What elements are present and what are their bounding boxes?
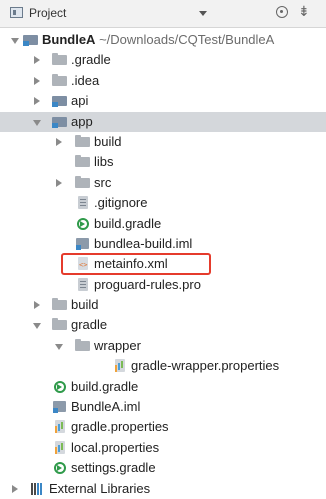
tree-item-app-build[interactable]: build	[0, 132, 326, 152]
tree-item-wrapper-props[interactable]: gradle-wrapper.properties	[0, 356, 326, 376]
expand-arrow-icon[interactable]	[53, 132, 65, 152]
tree-item-settings-gradle[interactable]: settings.gradle	[0, 458, 326, 478]
iml-file-icon	[52, 400, 68, 414]
item-label: wrapper	[94, 337, 141, 353]
tree-item-app-libs[interactable]: libs	[0, 152, 326, 172]
tree-item-root-iml[interactable]: BundleA.iml	[0, 397, 326, 417]
gradle-icon	[75, 217, 91, 231]
item-label: .gradle	[71, 52, 111, 68]
tree-item-gradle-dir[interactable]: .gradle	[0, 50, 326, 70]
expand-arrow-icon[interactable]	[31, 315, 43, 335]
item-label: gradle.properties	[71, 419, 169, 435]
tree-item-wrapper[interactable]: wrapper	[0, 336, 326, 356]
tree-item-gitignore[interactable]: .gitignore	[0, 193, 326, 213]
item-label: gradle-wrapper.properties	[131, 358, 280, 374]
tree-item-app-build-gradle[interactable]: build.gradle	[0, 214, 326, 234]
item-label: .idea	[71, 72, 100, 88]
item-label: local.properties	[71, 439, 160, 455]
tree-item-local-properties[interactable]: local.properties	[0, 438, 326, 458]
item-label: app	[71, 113, 93, 129]
expand-arrow-icon[interactable]	[31, 91, 43, 111]
item-label: settings.gradle	[71, 460, 156, 476]
expand-arrow-icon[interactable]	[9, 30, 21, 50]
folder-icon	[75, 155, 91, 169]
module-icon	[52, 94, 68, 108]
tree-item-app-src[interactable]: src	[0, 173, 326, 193]
folder-icon	[75, 134, 91, 149]
item-label: proguard-rules.pro	[94, 276, 201, 292]
item-label: .gitignore	[94, 195, 148, 211]
tree-item-external-libraries[interactable]: External Libraries	[0, 479, 326, 499]
expand-arrow-icon[interactable]	[31, 112, 43, 132]
item-label: build.gradle	[94, 215, 162, 231]
item-label: bundlea-build.iml	[94, 235, 193, 251]
item-label: External Libraries	[49, 480, 151, 496]
tree-item-root[interactable]: BundleA ~/Downloads/CQTest/BundleA	[0, 30, 326, 50]
tree-item-root-build-gradle[interactable]: build.gradle	[0, 377, 326, 397]
highlight-box	[61, 253, 211, 275]
target-icon[interactable]	[276, 6, 288, 18]
libraries-icon	[30, 482, 46, 496]
expand-arrow-icon[interactable]	[31, 295, 43, 315]
folder-icon	[52, 73, 68, 88]
tree-item-proguard[interactable]: proguard-rules.pro	[0, 275, 326, 295]
tree-item-gradle-properties[interactable]: gradle.properties	[0, 417, 326, 437]
item-label: api	[71, 93, 89, 109]
text-file-icon	[75, 196, 91, 210]
root-path: ~/Downloads/CQTest/BundleA	[99, 32, 275, 47]
expand-arrow-icon[interactable]	[9, 479, 21, 499]
folder-icon	[52, 298, 68, 312]
properties-file-icon	[52, 420, 68, 434]
panel-title[interactable]: Project	[29, 6, 66, 20]
tree-item-api[interactable]: api	[0, 91, 326, 111]
folder-icon	[52, 318, 68, 332]
root-name: BundleA	[42, 32, 96, 47]
gradle-icon	[52, 461, 68, 475]
item-label: src	[94, 174, 112, 190]
properties-file-icon	[52, 440, 68, 455]
properties-file-icon	[112, 359, 128, 373]
text-file-icon	[75, 277, 91, 292]
item-label: build	[71, 297, 99, 313]
folder-icon	[75, 175, 91, 190]
folder-icon	[52, 53, 68, 67]
tree-item-app[interactable]: app	[0, 111, 326, 132]
item-label: libs	[94, 154, 114, 170]
expand-arrow-icon[interactable]	[53, 173, 65, 193]
expand-arrow-icon[interactable]	[53, 336, 65, 356]
item-label: BundleA.iml	[71, 399, 141, 415]
folder-icon	[75, 338, 91, 353]
settings-icon[interactable]: ⇟	[298, 3, 310, 20]
tree-item-idea-dir[interactable]: .idea	[0, 71, 326, 91]
tree-item-gradle-folder[interactable]: gradle	[0, 315, 326, 335]
gradle-icon	[52, 380, 68, 394]
expand-arrow-icon[interactable]	[31, 50, 43, 70]
tree-item-app-iml[interactable]: bundlea-build.iml	[0, 234, 326, 254]
expand-arrow-icon[interactable]	[31, 71, 43, 91]
iml-file-icon	[75, 237, 91, 251]
tree-item-build[interactable]: build	[0, 295, 326, 315]
project-icon	[10, 7, 23, 18]
item-label: build.gradle	[71, 378, 139, 394]
item-label: build	[94, 133, 122, 149]
item-label: gradle	[71, 317, 108, 333]
module-icon	[52, 115, 68, 129]
chevron-down-icon[interactable]	[199, 11, 207, 16]
project-panel-header: Project ⇟	[0, 0, 326, 28]
module-icon	[23, 33, 39, 47]
